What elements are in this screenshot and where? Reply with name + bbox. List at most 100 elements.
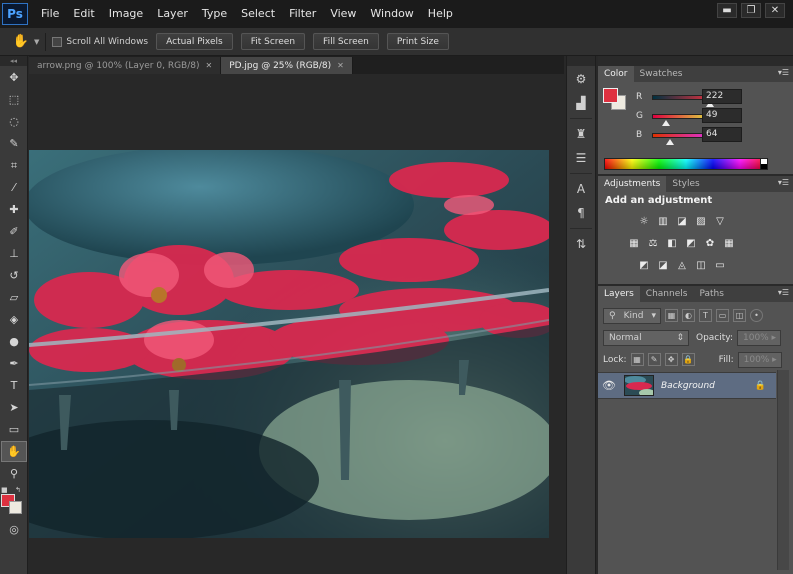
- panel-menu-icon[interactable]: ▾☰: [778, 68, 789, 77]
- shape-filter-icon[interactable]: ▭: [716, 309, 729, 322]
- type-tool-icon[interactable]: T: [1, 375, 27, 396]
- default-colors-icon[interactable]: ■: [1, 486, 8, 494]
- adjustment-icon[interactable]: ◩: [683, 236, 699, 250]
- healing-brush-tool-icon[interactable]: ✚: [1, 199, 27, 220]
- menu-view[interactable]: View: [323, 0, 363, 28]
- close-icon[interactable]: ✕: [337, 61, 344, 70]
- tab-paths[interactable]: Paths: [693, 286, 729, 302]
- quick-mask-icon[interactable]: ◎: [1, 519, 27, 540]
- tab-arrow-png[interactable]: arrow.png @ 100% (Layer 0, RGB/8) ✕: [29, 57, 222, 74]
- clone-stamp-tool-icon[interactable]: ⊥: [1, 243, 27, 264]
- layers-scrollbar[interactable]: [777, 370, 789, 570]
- menu-help[interactable]: Help: [421, 0, 460, 28]
- menu-file[interactable]: File: [34, 0, 66, 28]
- print-size-button[interactable]: Print Size: [386, 33, 449, 50]
- histogram-icon[interactable]: ▟: [567, 92, 595, 114]
- panel-menu-icon[interactable]: ▾☰: [778, 288, 789, 297]
- adjustment-icon[interactable]: ✿: [702, 236, 718, 250]
- swap-colors-icon[interactable]: ↰: [15, 486, 21, 494]
- restore-button[interactable]: ❐: [741, 3, 761, 18]
- adjustment-icon[interactable]: ◪: [674, 214, 690, 228]
- document-image[interactable]: [29, 150, 549, 538]
- menu-type[interactable]: Type: [195, 0, 234, 28]
- lock-position-icon[interactable]: ✥: [664, 353, 678, 366]
- layer-comps-icon[interactable]: ⇅: [567, 233, 595, 255]
- adjustment-icon[interactable]: ◫: [693, 258, 709, 272]
- move-tool-icon[interactable]: ✥: [1, 67, 27, 88]
- layer-row-background[interactable]: 👁 Background 🔒: [598, 372, 776, 399]
- brush-presets-icon[interactable]: ☰: [567, 147, 595, 169]
- background-color-swatch[interactable]: [9, 501, 22, 514]
- minimize-button[interactable]: ▬: [717, 3, 737, 18]
- slider-thumb[interactable]: [665, 138, 674, 145]
- adjustment-icon[interactable]: ◬: [674, 258, 690, 272]
- adjustment-icon[interactable]: ☼: [636, 214, 652, 228]
- path-select-tool-icon[interactable]: ➤: [1, 397, 27, 418]
- history-brush-tool-icon[interactable]: ↺: [1, 265, 27, 286]
- adjustment-icon[interactable]: ▽: [712, 214, 728, 228]
- paragraph-panel-icon[interactable]: ¶: [567, 202, 595, 224]
- adjustment-filter-icon[interactable]: ◐: [682, 309, 695, 322]
- adjustment-icon[interactable]: ▥: [655, 214, 671, 228]
- layer-name[interactable]: Background: [661, 381, 715, 391]
- menu-image[interactable]: Image: [102, 0, 150, 28]
- tab-pd-jpg[interactable]: PD.jpg @ 25% (RGB/8) ✕: [221, 57, 353, 74]
- shape-tool-icon[interactable]: ▭: [1, 419, 27, 440]
- close-icon[interactable]: ✕: [206, 61, 213, 70]
- dock-grip[interactable]: [567, 56, 595, 66]
- marquee-tool-icon[interactable]: ⬚: [1, 89, 27, 110]
- type-filter-icon[interactable]: T: [699, 309, 712, 322]
- panel-collapse-icon[interactable]: ◂◂: [0, 56, 27, 66]
- hand-tool-preset-icon[interactable]: ✋: [10, 32, 32, 52]
- menu-filter[interactable]: Filter: [282, 0, 323, 28]
- scroll-all-windows-checkbox[interactable]: Scroll All Windows: [52, 36, 148, 47]
- actual-pixels-button[interactable]: Actual Pixels: [156, 33, 233, 50]
- black-white-swatch[interactable]: [760, 158, 768, 170]
- tab-adjustments[interactable]: Adjustments: [598, 176, 667, 192]
- layer-thumbnail[interactable]: [624, 375, 654, 396]
- menu-window[interactable]: Window: [363, 0, 420, 28]
- adjustment-icon[interactable]: ⚖: [645, 236, 661, 250]
- foreground-color-swatch[interactable]: [603, 88, 618, 103]
- kind-filter-dropdown[interactable]: ⚲ Kind ▾: [603, 307, 661, 324]
- quick-select-tool-icon[interactable]: ✎: [1, 133, 27, 154]
- tab-layers[interactable]: Layers: [598, 286, 640, 302]
- panels-grip[interactable]: [598, 56, 793, 66]
- character-panel-icon[interactable]: A: [567, 178, 595, 200]
- menu-select[interactable]: Select: [234, 0, 282, 28]
- fit-screen-button[interactable]: Fit Screen: [240, 33, 306, 50]
- slider-thumb[interactable]: [661, 119, 670, 126]
- adjustment-icon[interactable]: ◧: [664, 236, 680, 250]
- adjustment-icon[interactable]: ▦: [721, 236, 737, 250]
- lock-transparency-icon[interactable]: ▦: [630, 353, 644, 366]
- tool-presets-icon[interactable]: ♜: [567, 123, 595, 145]
- canvas-area[interactable]: [29, 74, 564, 574]
- fill-screen-button[interactable]: Fill Screen: [313, 33, 379, 50]
- adjustment-icon[interactable]: ◪: [655, 258, 671, 272]
- adjustment-icon[interactable]: ▭: [712, 258, 728, 272]
- eyedropper-tool-icon[interactable]: ⁄: [1, 177, 27, 198]
- lasso-tool-icon[interactable]: ◌: [1, 111, 27, 132]
- adjustment-icon[interactable]: ▦: [626, 236, 642, 250]
- tab-swatches[interactable]: Swatches: [634, 66, 689, 82]
- color-spectrum-bar[interactable]: [604, 158, 768, 170]
- chevron-down-icon[interactable]: ▼: [34, 38, 39, 46]
- menu-layer[interactable]: Layer: [150, 0, 195, 28]
- channel-value-g[interactable]: 49: [702, 108, 742, 123]
- checkbox-box[interactable]: [52, 36, 63, 47]
- eraser-tool-icon[interactable]: ▱: [1, 287, 27, 308]
- zoom-tool-icon[interactable]: ⚲: [1, 463, 27, 484]
- blend-mode-dropdown[interactable]: Normal ⇕: [603, 329, 689, 346]
- pen-tool-icon[interactable]: ✒: [1, 353, 27, 374]
- adjustment-icon[interactable]: ▨: [693, 214, 709, 228]
- lock-pixels-icon[interactable]: ✎: [647, 353, 661, 366]
- brush-tool-icon[interactable]: ✐: [1, 221, 27, 242]
- tab-styles[interactable]: Styles: [666, 176, 705, 192]
- smart-object-filter-icon[interactable]: ◫: [733, 309, 746, 322]
- pixel-filter-icon[interactable]: ▦: [665, 309, 678, 322]
- tab-color[interactable]: Color: [598, 66, 634, 82]
- dodge-tool-icon[interactable]: ●: [1, 331, 27, 352]
- fill-input[interactable]: 100% ▸: [737, 351, 782, 368]
- lock-all-icon[interactable]: 🔒: [681, 353, 695, 366]
- channel-value-b[interactable]: 64: [702, 127, 742, 142]
